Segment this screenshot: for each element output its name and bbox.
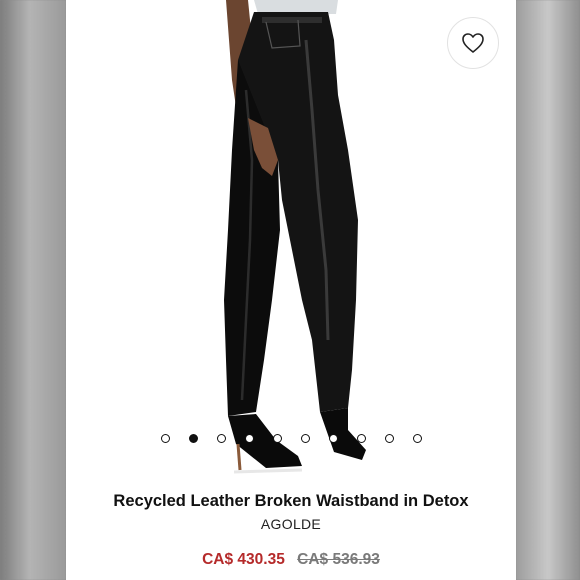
- carousel-dot[interactable]: [413, 434, 422, 443]
- backdrop-left: [0, 0, 66, 580]
- carousel-dot[interactable]: [189, 434, 198, 443]
- carousel-dot[interactable]: [385, 434, 394, 443]
- original-price: CA$ 536.93: [297, 551, 380, 568]
- product-title: Recycled Leather Broken Waistband in Det…: [113, 492, 469, 510]
- product-image[interactable]: [66, 0, 516, 485]
- favorite-button[interactable]: [447, 17, 499, 69]
- carousel-dot[interactable]: [273, 434, 282, 443]
- carousel-dot[interactable]: [329, 434, 338, 443]
- carousel-dot[interactable]: [217, 434, 226, 443]
- product-card: Recycled Leather Broken Waistband in Det…: [66, 0, 516, 580]
- product-brand[interactable]: AGOLDE: [66, 516, 516, 532]
- backdrop-right: [516, 0, 580, 580]
- carousel-dot[interactable]: [161, 434, 170, 443]
- carousel-dot[interactable]: [357, 434, 366, 443]
- heart-outline-icon: [462, 33, 484, 53]
- price-row: CA$ 430.35 CA$ 536.93: [66, 551, 516, 569]
- carousel-indicators: [66, 432, 516, 446]
- carousel-dot[interactable]: [245, 434, 254, 443]
- carousel-dot[interactable]: [301, 434, 310, 443]
- sale-price: CA$ 430.35: [202, 551, 285, 568]
